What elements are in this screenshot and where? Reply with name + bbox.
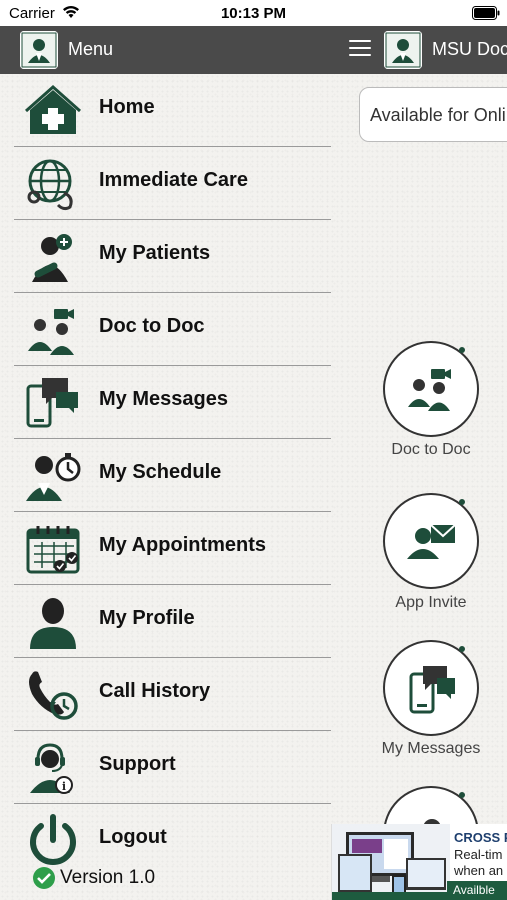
svg-text:i: i (62, 780, 66, 793)
doc-to-doc-circle-label: Doc to Doc (391, 441, 471, 458)
menu-label-my-patients: My Patients (99, 242, 211, 264)
availability-label: Available for Online (370, 105, 507, 125)
app-logo-icon-right (384, 31, 422, 69)
ad-line-2: when an (454, 863, 504, 878)
menu-item-call-history[interactable]: Call History (14, 658, 331, 731)
menu-label-my-schedule: My Schedule (99, 461, 222, 483)
top-navbar: Menu MSU Doc (0, 26, 507, 74)
menu-label-my-appointments: My Appointments (99, 534, 267, 556)
availability-toggle[interactable]: Available for Online (359, 87, 507, 142)
calendar-check-icon (26, 526, 80, 574)
menu-label-support: Support (99, 753, 176, 775)
phone-messages-icon (26, 378, 78, 428)
check-circle-icon (33, 867, 55, 889)
version-label: Version 1.0 (60, 867, 156, 888)
menu-item-my-appointments[interactable]: My Appointments (14, 512, 331, 585)
headset-support-icon: i (30, 743, 73, 794)
menu-label-call-history: Call History (99, 680, 211, 702)
user-profile-icon (30, 598, 76, 649)
menu-item-my-schedule[interactable]: My Schedule (14, 439, 331, 512)
menu-item-support[interactable]: i Support (14, 731, 331, 804)
ad-banner[interactable]: CROSS P Real-tim when an Availble (331, 824, 507, 900)
ad-line-1: Real-tim (454, 847, 503, 862)
home-icon (25, 84, 81, 134)
user-invite-icon (407, 524, 456, 559)
ad-title: CROSS P (454, 830, 507, 845)
phone-messages-icon (409, 666, 455, 714)
menu-title: Menu (68, 39, 114, 59)
menu-item-my-patients[interactable]: My Patients (14, 220, 331, 293)
ad-devices-image (332, 824, 450, 900)
doctors-video-icon (28, 309, 74, 355)
menu-label-logout: Logout (99, 826, 167, 848)
status-time: 10:13 PM (220, 5, 287, 22)
power-icon (30, 814, 76, 865)
menu-item-immediate-care[interactable]: Immediate Care (14, 147, 331, 220)
status-bar: Carrier 10:13 PM (0, 0, 507, 26)
globe-stethoscope-icon (27, 159, 73, 211)
hamburger-menu-icon[interactable] (349, 40, 371, 58)
phone-history-icon (29, 671, 78, 720)
doctor-clock-icon (26, 453, 81, 501)
menu-label-my-messages: My Messages (99, 388, 228, 410)
menu-item-doc-to-doc[interactable]: Doc to Doc (14, 293, 331, 366)
doc-to-doc-circle-button[interactable] (383, 341, 479, 437)
menu-label-my-profile: My Profile (99, 607, 195, 629)
menu-label-doc-to-doc: Doc to Doc (99, 315, 205, 337)
menu-item-home[interactable]: Home (14, 74, 331, 147)
patient-add-icon (32, 234, 72, 282)
app-invite-circle-button[interactable] (383, 493, 479, 589)
battery-icon (472, 6, 500, 20)
ad-footer: Availble (447, 881, 507, 900)
menu-label-immediate-care: Immediate Care (99, 169, 248, 191)
my-messages-circle-button[interactable] (383, 640, 479, 736)
menu-label-home: Home (99, 96, 155, 118)
app-title: MSU Doc (432, 39, 507, 59)
menu-item-my-messages[interactable]: My Messages (14, 366, 331, 439)
app-logo-icon (20, 31, 58, 69)
menu-item-my-profile[interactable]: My Profile (14, 585, 331, 658)
app-invite-circle-label: App Invite (395, 594, 467, 611)
my-messages-circle-label: My Messages (381, 740, 481, 757)
doctors-video-icon (408, 369, 451, 411)
